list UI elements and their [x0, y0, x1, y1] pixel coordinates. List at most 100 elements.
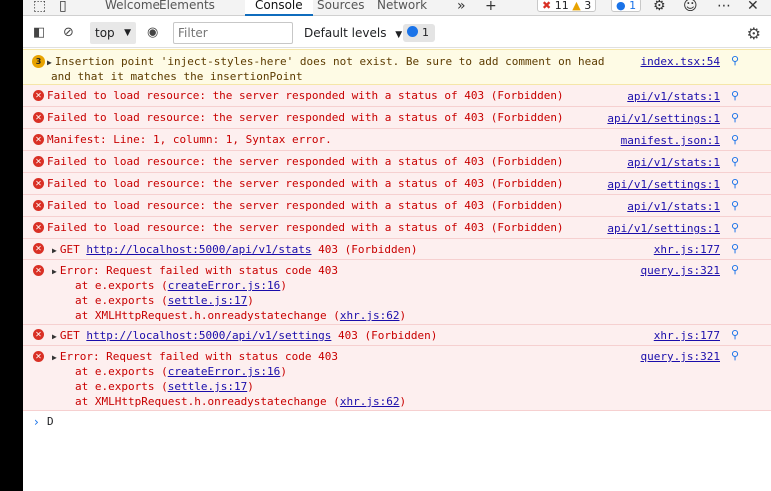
- feedback-icon[interactable]: ☺: [683, 0, 699, 13]
- error-icon: ✕: [33, 134, 44, 145]
- expand-triangle-icon[interactable]: ▶: [47, 58, 52, 67]
- source-link[interactable]: query.js:321: [641, 263, 720, 278]
- error-icon: ✕: [33, 243, 44, 254]
- source-link[interactable]: api/v1/settings:1: [607, 111, 720, 126]
- log-message[interactable]: Failed to load resource: the server resp…: [47, 198, 564, 213]
- expand-triangle-icon[interactable]: ▶: [52, 267, 57, 276]
- console-settings-gear-icon[interactable]: ⚙: [747, 24, 761, 43]
- inspect-element-icon[interactable]: ⬚: [33, 0, 49, 13]
- source-link[interactable]: query.js:321: [641, 349, 720, 364]
- search-icon[interactable]: ⚲: [731, 264, 741, 275]
- add-tab-icon[interactable]: +: [485, 0, 501, 13]
- log-entry-error: ✕ Failed to load resource: the server re…: [23, 85, 771, 107]
- issues-count-button[interactable]: 1: [403, 24, 435, 42]
- error-icon: ✕: [33, 112, 44, 123]
- error-icon: ✕: [33, 178, 44, 189]
- error-icon: ✕: [33, 156, 44, 167]
- more-tabs-icon[interactable]: »: [457, 0, 473, 13]
- search-icon[interactable]: ⚲: [731, 90, 741, 101]
- message-count-badge[interactable]: ● 1: [611, 0, 642, 12]
- source-link[interactable]: manifest.json:1: [621, 133, 720, 148]
- search-icon[interactable]: ⚲: [731, 200, 741, 211]
- context-select[interactable]: top ▼: [90, 22, 136, 44]
- error-icon: ✕: [33, 222, 44, 233]
- search-icon[interactable]: ⚲: [731, 112, 741, 123]
- log-message[interactable]: Failed to load resource: the server resp…: [47, 220, 564, 235]
- expand-triangle-icon[interactable]: ▶: [52, 353, 57, 362]
- stack-frame: at XMLHttpRequest.h.onreadystatechange (…: [75, 395, 407, 408]
- source-link[interactable]: api/v1/settings:1: [607, 221, 720, 236]
- search-icon[interactable]: ⚲: [731, 243, 741, 254]
- expand-triangle-icon[interactable]: ▶: [52, 332, 57, 341]
- log-message[interactable]: ▶ GET http://localhost:5000/api/v1/stats …: [52, 242, 417, 258]
- close-devtools-icon[interactable]: ✕: [747, 0, 763, 13]
- error-icon: ✕: [33, 265, 44, 276]
- stack-frame-link[interactable]: xhr.js:62: [340, 309, 400, 322]
- log-entry-warning: 3 ▶ Insertion point 'inject-styles-here' …: [23, 49, 771, 85]
- warning-count-icon: 3: [32, 55, 45, 68]
- sidebar-toggle-icon[interactable]: ◧: [33, 25, 45, 42]
- log-entry-error: ✕ Failed to load resource: the server re…: [23, 173, 771, 195]
- error-icon: ✕: [33, 351, 44, 362]
- chevron-down-icon: ▼: [395, 30, 403, 40]
- tab-network[interactable]: Network: [367, 0, 437, 16]
- search-icon[interactable]: ⚲: [731, 55, 741, 66]
- request-url-link[interactable]: http://localhost:5000/api/v1/settings: [86, 329, 331, 342]
- log-entry-error: ✕ Failed to load resource: the server re…: [23, 195, 771, 217]
- tab-sources[interactable]: Sources: [307, 0, 374, 16]
- console-input[interactable]: D: [47, 412, 54, 432]
- stack-frame-link[interactable]: createError.js:16: [168, 365, 281, 378]
- device-toolbar-icon[interactable]: ▯: [59, 0, 75, 13]
- more-options-icon[interactable]: ⋯: [717, 0, 733, 13]
- stack-frame-link[interactable]: xhr.js:62: [340, 395, 400, 408]
- log-entry-error: ✕ Manifest: Line: 1, column: 1, Syntax e…: [23, 129, 771, 151]
- live-expression-eye-icon[interactable]: ◉: [147, 25, 158, 42]
- source-link[interactable]: xhr.js:177: [654, 328, 720, 343]
- stack-frame-link[interactable]: createError.js:16: [168, 279, 281, 292]
- log-message[interactable]: ▶ GET http://localhost:5000/api/v1/settin…: [52, 328, 437, 344]
- filter-input[interactable]: [173, 22, 293, 44]
- log-message[interactable]: ▶ Error: Request failed with status code …: [52, 263, 338, 279]
- error-count-icon: ✖: [542, 0, 552, 12]
- log-entry-error: ✕ Failed to load resource: the server re…: [23, 107, 771, 129]
- log-message[interactable]: ▶ Insertion point 'inject-styles-here' do…: [47, 54, 605, 70]
- stack-frame-link[interactable]: settle.js:17: [168, 380, 247, 393]
- devtools-tab-bar: ⬚ ▯ Welcome Elements Console Sources Net…: [23, 0, 771, 16]
- clear-console-icon[interactable]: ⊘: [63, 25, 74, 42]
- log-levels-dropdown[interactable]: Default levels ▼: [304, 22, 402, 44]
- tab-elements[interactable]: Elements: [149, 0, 225, 16]
- log-message[interactable]: Failed to load resource: the server resp…: [47, 154, 564, 169]
- tab-console[interactable]: Console: [245, 0, 313, 16]
- stack-frame: at e.exports (settle.js:17): [75, 380, 254, 393]
- search-icon[interactable]: ⚲: [731, 178, 741, 189]
- console-prompt[interactable]: › D: [23, 412, 771, 432]
- log-levels-label: Default levels: [304, 26, 387, 40]
- log-message[interactable]: Manifest: Line: 1, column: 1, Syntax err…: [47, 132, 332, 147]
- source-link[interactable]: xhr.js:177: [654, 242, 720, 257]
- error-count: 11: [554, 0, 569, 12]
- search-icon[interactable]: ⚲: [731, 156, 741, 167]
- error-icon: ✕: [33, 200, 44, 211]
- source-link[interactable]: index.tsx:54: [641, 54, 720, 69]
- log-message[interactable]: Failed to load resource: the server resp…: [47, 176, 564, 191]
- log-message[interactable]: ▶ Error: Request failed with status code …: [52, 349, 338, 365]
- expand-triangle-icon[interactable]: ▶: [52, 246, 57, 255]
- warning-count-icon: ▲: [572, 0, 581, 12]
- source-link[interactable]: api/v1/settings:1: [607, 177, 720, 192]
- stack-frame: at e.exports (createError.js:16): [75, 365, 287, 378]
- log-entry-error-stack: ✕ ▶ Error: Request failed with status cod…: [23, 260, 771, 325]
- log-message[interactable]: Failed to load resource: the server resp…: [47, 110, 564, 125]
- stack-frame-link[interactable]: settle.js:17: [168, 294, 247, 307]
- source-link[interactable]: api/v1/stats:1: [627, 155, 720, 170]
- search-icon[interactable]: ⚲: [731, 222, 741, 233]
- source-link[interactable]: api/v1/stats:1: [627, 89, 720, 104]
- settings-gear-icon[interactable]: ⚙: [653, 0, 669, 13]
- log-message[interactable]: Failed to load resource: the server resp…: [47, 88, 564, 103]
- search-icon[interactable]: ⚲: [731, 134, 741, 145]
- error-icon: ✕: [33, 329, 44, 340]
- search-icon[interactable]: ⚲: [731, 350, 741, 361]
- source-link[interactable]: api/v1/stats:1: [627, 199, 720, 214]
- request-url-link[interactable]: http://localhost:5000/api/v1/stats: [86, 243, 311, 256]
- issue-counts-badge[interactable]: ✖ 11 ▲ 3: [537, 0, 597, 12]
- search-icon[interactable]: ⚲: [731, 329, 741, 340]
